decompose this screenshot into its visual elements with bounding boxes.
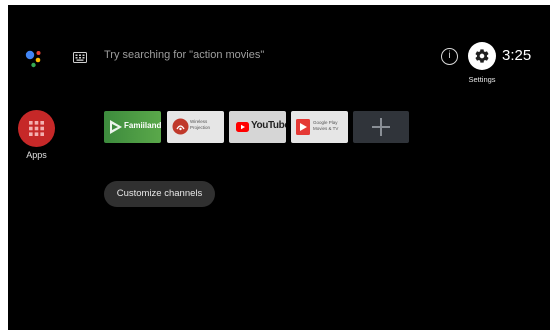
wireless-projection-logo-icon [172, 118, 189, 135]
add-app-tile[interactable] [353, 111, 409, 143]
tv-home-screen: Try searching for "action movies" i Sett… [8, 5, 550, 330]
settings-label: Settings [468, 75, 496, 84]
gear-icon [475, 49, 489, 63]
play-movies-label: Google Play Movies & TV [313, 120, 339, 131]
play-movies-logo-icon [296, 119, 310, 135]
customize-channels-button[interactable]: Customize channels [104, 181, 215, 207]
notifications-info-icon[interactable]: i [441, 48, 458, 65]
search-hint[interactable]: Try searching for "action movies" [104, 49, 264, 61]
famiiland-label: Famiiland [124, 121, 161, 130]
youtube-label: YouTube [251, 120, 286, 131]
apps-button[interactable] [18, 110, 55, 147]
google-assistant-icon[interactable] [25, 48, 45, 68]
apps-label: Apps [26, 150, 47, 160]
play-movies-app-tile[interactable]: Google Play Movies & TV [291, 111, 348, 143]
wireless-projection-label: Wireless Projection [190, 119, 211, 130]
clock: 3:25 [502, 47, 532, 64]
youtube-logo-icon [236, 122, 249, 132]
wireless-projection-app-tile[interactable]: Wireless Projection [167, 111, 224, 143]
apps-grid-icon [29, 121, 44, 136]
settings-button[interactable] [468, 42, 496, 70]
famiiland-logo-icon [110, 120, 122, 134]
add-icon [353, 111, 409, 143]
keyboard-icon[interactable] [73, 52, 87, 63]
youtube-app-tile[interactable]: YouTube [229, 111, 286, 143]
famiiland-app-tile[interactable]: Famiiland [104, 111, 161, 143]
top-bar: Try searching for "action movies" i Sett… [8, 5, 550, 95]
